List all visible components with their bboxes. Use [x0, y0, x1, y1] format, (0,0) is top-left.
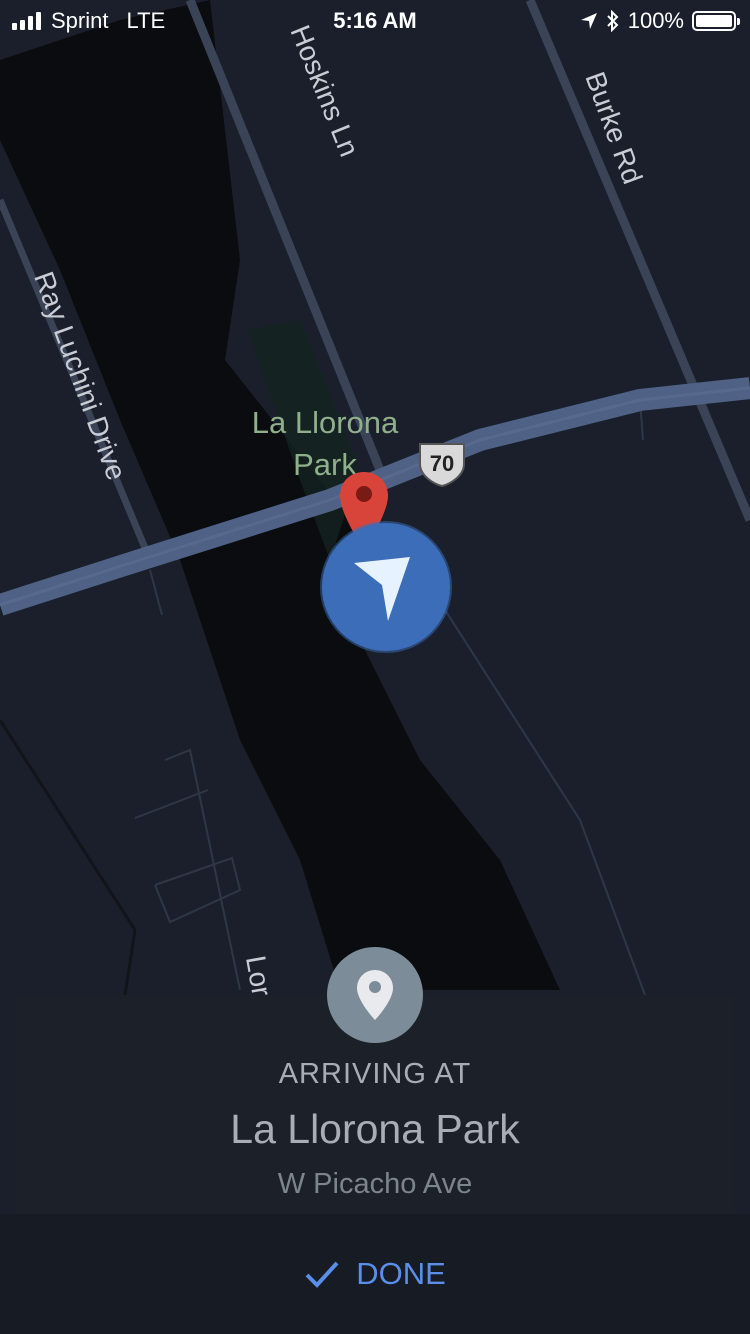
current-location-puck: [322, 523, 450, 651]
location-arrow-icon: [580, 13, 597, 29]
done-button[interactable]: DONE: [290, 1244, 460, 1304]
navigation-arrow-icon: [354, 557, 410, 621]
destination-icon-circle: [327, 947, 423, 1043]
battery-icon: [692, 11, 740, 31]
park-label: La Llorona Park: [251, 405, 399, 482]
destination-name: La Llorona Park: [230, 1106, 520, 1152]
bluetooth-icon: [607, 10, 619, 32]
done-label: DONE: [356, 1256, 446, 1291]
highway-number: 70: [429, 451, 455, 476]
battery-percent: 100%: [627, 8, 684, 33]
road-label-partial: Lor: [239, 953, 278, 999]
arriving-heading: ARRIVING AT: [278, 1058, 472, 1090]
destination-address: W Picacho Ave: [277, 1168, 473, 1200]
highway-shield: 70: [414, 438, 470, 488]
location-pin-icon: [357, 970, 393, 1020]
checkmark-icon: [305, 1261, 339, 1288]
status-bar: Sprint LTE 5:16 AM 100%: [0, 0, 750, 40]
